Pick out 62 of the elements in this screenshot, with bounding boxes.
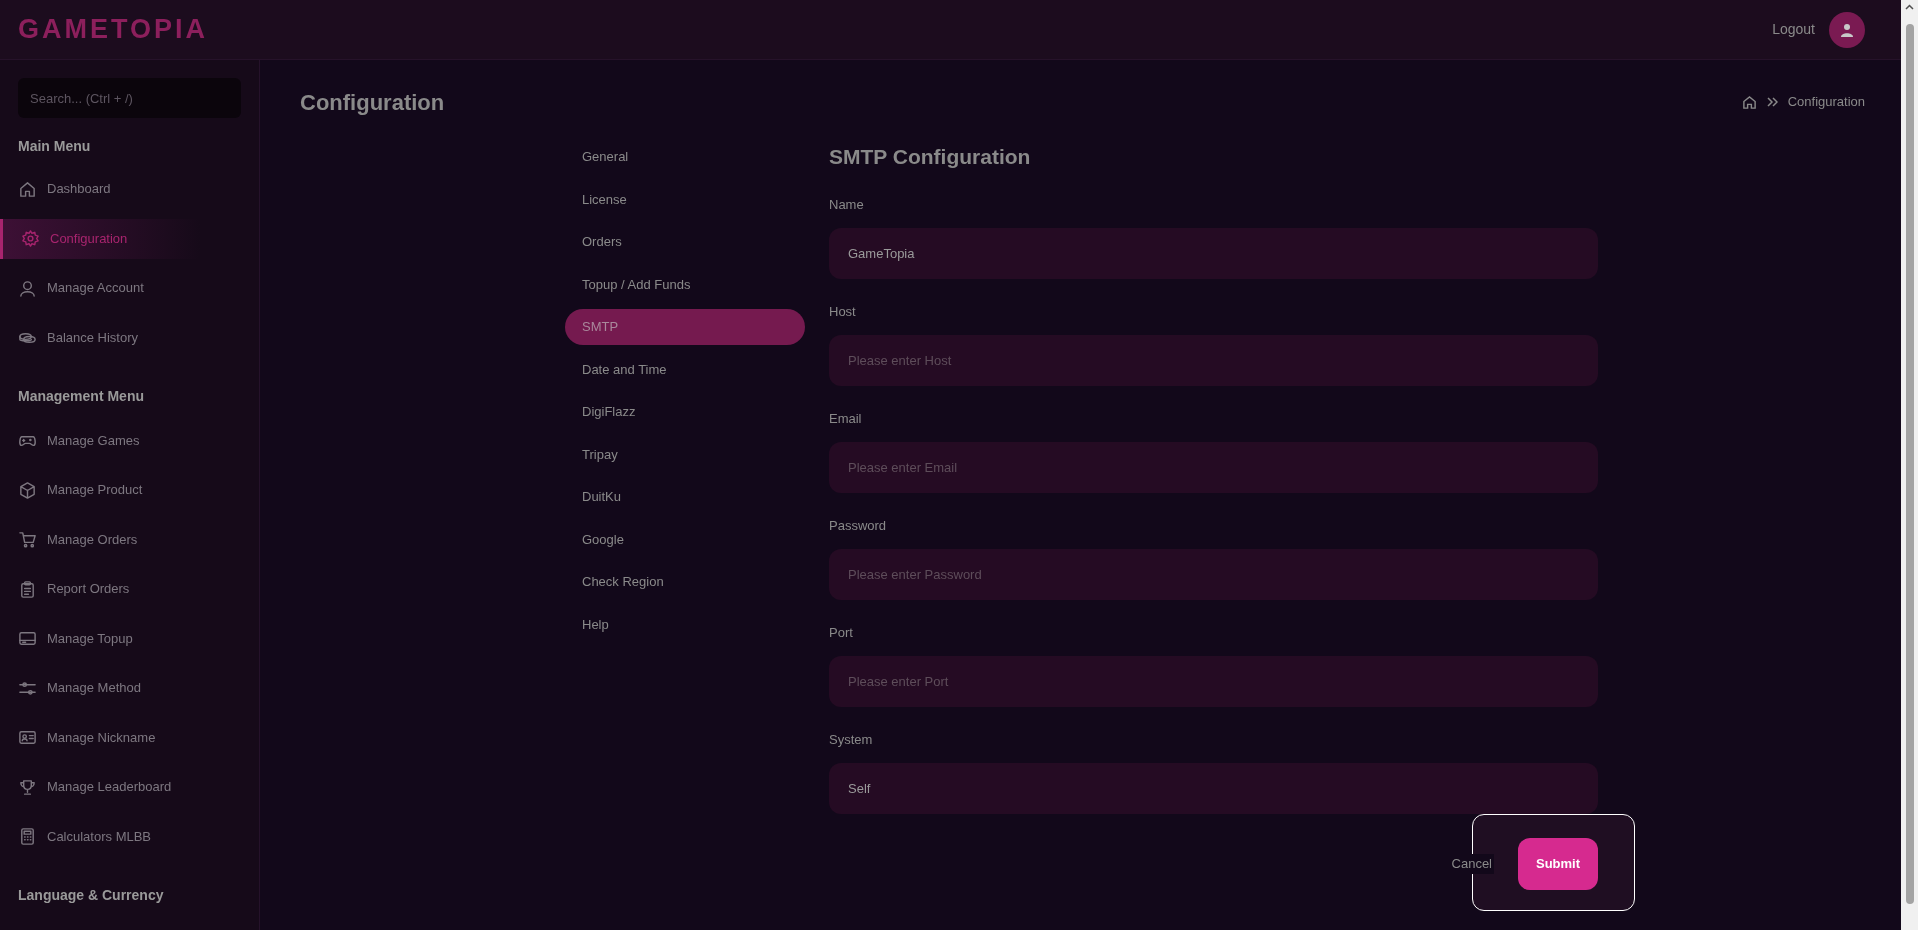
scroll-up-icon[interactable] xyxy=(1905,4,1914,10)
settings-tab[interactable]: DuitKu xyxy=(565,479,805,515)
settings-tab[interactable]: Help xyxy=(565,606,805,643)
sidebar-item[interactable]: Manage Method xyxy=(0,668,259,708)
settings-tab[interactable]: General xyxy=(565,139,805,175)
cart-icon xyxy=(18,530,37,549)
sidebar-item[interactable]: Manage Account xyxy=(0,268,259,308)
logout-link[interactable]: Logout xyxy=(1772,19,1815,40)
calculator-icon xyxy=(18,827,37,846)
settings-tab[interactable]: Topup / Add Funds xyxy=(565,266,805,303)
settings-tab[interactable]: Tripay xyxy=(565,436,805,473)
sidebar-item[interactable]: Manage Product xyxy=(0,470,259,510)
menu-heading: Language & Currency xyxy=(17,886,165,905)
gear-icon xyxy=(21,229,40,248)
sidebar-item[interactable]: Report Orders xyxy=(0,569,259,609)
avatar-button[interactable] xyxy=(1829,11,1865,48)
field-label: Name xyxy=(829,196,865,215)
sidebar-item[interactable]: Dashboard xyxy=(0,169,259,209)
scrollbar-thumb[interactable] xyxy=(1905,24,1914,904)
input-field[interactable]: GameTopia xyxy=(829,228,1598,279)
sidebar-item[interactable]: Manage Topup xyxy=(0,618,259,659)
input-field[interactable]: Self xyxy=(829,763,1598,814)
card-icon xyxy=(18,629,37,648)
chevrons-icon xyxy=(1766,97,1778,107)
settings-tab[interactable]: SMTP xyxy=(565,309,805,345)
breadcrumb-link[interactable]: Configuration xyxy=(1787,92,1865,112)
menu-heading: Main Menu xyxy=(17,136,92,156)
user-icon xyxy=(1840,22,1854,37)
settings-tab[interactable]: DigiFlazz xyxy=(565,394,805,430)
sidebar-item[interactable]: Manage Games xyxy=(0,420,259,461)
settings-tab[interactable]: License xyxy=(565,181,805,218)
field-label: Password xyxy=(829,517,888,536)
settings-tab[interactable]: Orders xyxy=(565,224,805,260)
input-field[interactable]: Please enter Email xyxy=(829,442,1598,493)
clipboard-icon xyxy=(18,579,37,599)
sidebar-item[interactable]: Manage Nickname xyxy=(0,717,259,758)
field-label: Port xyxy=(829,624,854,643)
home-icon[interactable] xyxy=(1741,94,1757,110)
input-field[interactable]: Please enter Port xyxy=(829,656,1598,707)
cancel-button[interactable]: Cancel xyxy=(1449,854,1494,874)
field-label: Email xyxy=(829,410,863,429)
settings-tab[interactable]: Check Region xyxy=(565,564,805,600)
sidebar-item[interactable]: Manage Orders xyxy=(0,519,259,560)
home-icon xyxy=(18,179,37,199)
settings-tab[interactable]: Google xyxy=(565,521,805,558)
menu-heading: Management Menu xyxy=(17,387,145,406)
input-field[interactable]: Please enter Password xyxy=(829,549,1598,600)
page-title: Configuration xyxy=(300,88,445,117)
input-field[interactable]: Please enter Host xyxy=(829,335,1598,386)
search-field[interactable]: Search... (Ctrl + /) xyxy=(18,78,241,118)
form-title: SMTP Configuration xyxy=(829,144,1032,171)
trophy-icon xyxy=(18,777,37,797)
field-label: Host xyxy=(829,303,857,322)
settings-tab[interactable]: Date and Time xyxy=(565,351,805,388)
sidebar-item[interactable]: Manage Leaderboard xyxy=(0,767,259,807)
box-icon xyxy=(18,480,37,500)
field-label: System xyxy=(829,731,874,750)
id-card-icon xyxy=(18,728,37,747)
user-icon xyxy=(18,278,37,298)
sidebar-item[interactable]: Balance History xyxy=(0,317,259,358)
sidebar-item[interactable]: Calculators MLBB xyxy=(0,816,259,857)
submit-button[interactable]: Submit xyxy=(1518,838,1598,890)
